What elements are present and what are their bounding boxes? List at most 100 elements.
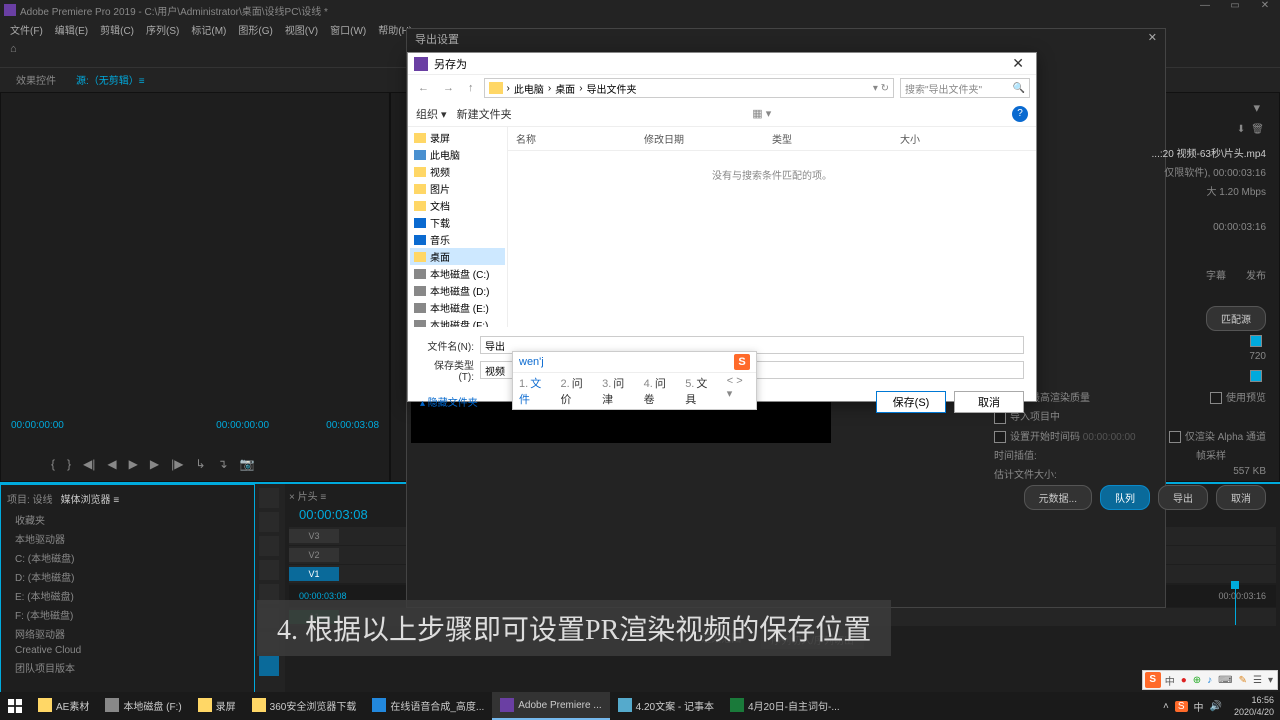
track-v3[interactable]: V3: [289, 529, 339, 543]
menu-graphics[interactable]: 图形(G): [232, 20, 278, 38]
tab-effect-controls[interactable]: 效果控件: [6, 69, 66, 92]
proj-item[interactable]: D: (本地磁盘): [7, 567, 248, 586]
col-name[interactable]: 名称: [516, 131, 644, 146]
height-value[interactable]: 720: [1249, 351, 1266, 366]
taskbar-item[interactable]: 4月20日-自主词句-...: [722, 692, 848, 720]
forward-icon[interactable]: →: [439, 82, 458, 94]
height-lock-checkbox[interactable]: [1250, 335, 1262, 347]
track-v2[interactable]: V2: [289, 548, 339, 562]
step-back-icon[interactable]: ◀|: [83, 457, 95, 471]
hide-folders-toggle[interactable]: ▴ 隐藏文件夹: [420, 394, 478, 409]
sidebar-item[interactable]: 音乐: [410, 231, 505, 248]
taskbar-item[interactable]: Adobe Premiere ...: [492, 692, 609, 720]
preview-checkbox[interactable]: [1210, 392, 1222, 404]
view-dropdown[interactable]: ▦ ▾: [752, 107, 771, 120]
home-icon[interactable]: ⌂: [10, 43, 30, 63]
overwrite-icon[interactable]: ↴: [218, 457, 228, 471]
proj-item[interactable]: 收藏夹: [7, 510, 248, 529]
download-icon[interactable]: ⬇: [1237, 124, 1245, 135]
track-select-tool-icon[interactable]: [259, 512, 279, 532]
col-date[interactable]: 修改日期: [644, 131, 772, 146]
proj-item[interactable]: Creative Cloud: [7, 643, 248, 658]
cancel-button[interactable]: 取消: [954, 391, 1024, 413]
sidebar-item[interactable]: 文档: [410, 197, 505, 214]
playhead[interactable]: [1235, 585, 1236, 625]
maximize-button[interactable]: ▭: [1220, 0, 1250, 18]
menu-window[interactable]: 窗口(W): [324, 20, 372, 38]
sidebar-item[interactable]: 桌面: [410, 248, 505, 265]
insert-icon[interactable]: ↳: [195, 457, 205, 471]
export-frame-icon[interactable]: 📷: [240, 457, 255, 471]
sogou-tray-icon[interactable]: S: [1175, 701, 1188, 712]
ime-toolbar[interactable]: S 中 ● ⊕ ♪ ⌨ ✎ ☰ ▾: [1142, 670, 1278, 690]
export-close-icon[interactable]: ✕: [1148, 31, 1157, 47]
next-frame-icon[interactable]: ▶: [150, 457, 159, 471]
menu-marker[interactable]: 标记(M): [185, 20, 232, 38]
proj-item[interactable]: C: (本地磁盘): [7, 548, 248, 567]
selection-tool-icon[interactable]: [259, 488, 279, 508]
sidebar-item[interactable]: 此电脑: [410, 146, 505, 163]
proj-item[interactable]: 网络驱动器: [7, 624, 248, 643]
proj-item[interactable]: 团队项目版本: [7, 658, 248, 677]
menu-clip[interactable]: 剪辑(C): [94, 20, 140, 38]
alpha-checkbox[interactable]: [1169, 431, 1181, 443]
ime-lang-icon[interactable]: 中: [1194, 699, 1204, 714]
sidebar-item[interactable]: 本地磁盘 (C:): [410, 265, 505, 282]
trash-icon[interactable]: 🗑: [1251, 124, 1264, 135]
help-icon[interactable]: ?: [1012, 106, 1028, 122]
system-tray[interactable]: ˄ S 中 🔊: [1157, 699, 1228, 714]
taskbar-item[interactable]: 4.20文案 - 记事本: [610, 692, 722, 720]
col-size[interactable]: 大小: [900, 131, 1028, 146]
ime-candidate[interactable]: 5.文具: [685, 375, 717, 407]
col-type[interactable]: 类型: [772, 131, 900, 146]
prev-frame-icon[interactable]: ◀: [107, 457, 116, 471]
menu-sequence[interactable]: 序列(S): [140, 20, 185, 38]
start-button[interactable]: [0, 692, 30, 720]
saveas-close-icon[interactable]: ✕: [1006, 55, 1030, 72]
sidebar-item[interactable]: 图片: [410, 180, 505, 197]
proj-item[interactable]: 本地驱动器: [7, 529, 248, 548]
type-tool-icon[interactable]: [259, 656, 279, 676]
interp-dropdown[interactable]: 帧采样: [1196, 447, 1266, 462]
razor-tool-icon[interactable]: [259, 560, 279, 580]
play-icon[interactable]: ▶: [129, 457, 138, 471]
sidebar-item[interactable]: 视频: [410, 163, 505, 180]
start-tc-checkbox[interactable]: [994, 431, 1006, 443]
search-input[interactable]: 搜索"导出文件夹" 🔍: [900, 78, 1030, 98]
breadcrumb[interactable]: ›此电脑 ›桌面 ›导出文件夹 ▾ ↻: [484, 78, 895, 98]
proj-item[interactable]: E: (本地磁盘): [7, 586, 248, 605]
close-button[interactable]: ✕: [1250, 0, 1280, 18]
export-button[interactable]: 导出: [1158, 485, 1208, 510]
taskbar-item[interactable]: 360安全浏览器下载: [244, 692, 365, 720]
taskbar-clock[interactable]: 16:56 2020/4/20: [1228, 694, 1280, 718]
ime-candidate[interactable]: 4.问卷: [644, 375, 676, 407]
menu-file[interactable]: 文件(F): [4, 20, 49, 38]
sidebar-item[interactable]: 本地磁盘 (E:): [410, 299, 505, 316]
new-folder-button[interactable]: 新建文件夹: [457, 106, 512, 122]
tab-source[interactable]: 源:（无剪辑）≡: [66, 69, 155, 92]
match-source-button[interactable]: 匹配源: [1206, 306, 1266, 331]
sidebar-item[interactable]: 本地磁盘 (F:): [410, 316, 505, 327]
tab-subtitle[interactable]: 字幕: [1206, 267, 1226, 282]
ime-candidate[interactable]: 3.问津: [602, 375, 634, 407]
taskbar-item[interactable]: 录屏: [190, 692, 244, 720]
back-icon[interactable]: ←: [414, 82, 433, 94]
ripple-tool-icon[interactable]: [259, 536, 279, 556]
sidebar-item[interactable]: 下载: [410, 214, 505, 231]
organize-dropdown[interactable]: 组织 ▾: [416, 106, 447, 122]
menu-edit[interactable]: 编辑(E): [49, 20, 94, 38]
step-fwd-icon[interactable]: |▶: [171, 457, 183, 471]
taskbar-item[interactable]: 本地磁盘 (F:): [97, 692, 189, 720]
menu-view[interactable]: 视图(V): [279, 20, 324, 38]
sidebar-item[interactable]: 录屏: [410, 129, 505, 146]
taskbar-item[interactable]: AE素材: [30, 692, 97, 720]
volume-icon[interactable]: 🔊: [1210, 701, 1222, 712]
cancel-button[interactable]: 取消: [1216, 485, 1266, 510]
sidebar-item[interactable]: 本地磁盘 (D:): [410, 282, 505, 299]
queue-button[interactable]: 队列: [1100, 485, 1150, 510]
mark-in-icon[interactable]: {: [51, 457, 55, 471]
ime-candidate[interactable]: 1.文件: [519, 375, 551, 407]
proj-item[interactable]: F: (本地磁盘): [7, 605, 248, 624]
track-v1[interactable]: V1: [289, 567, 339, 581]
fps-lock-checkbox[interactable]: [1250, 370, 1262, 382]
